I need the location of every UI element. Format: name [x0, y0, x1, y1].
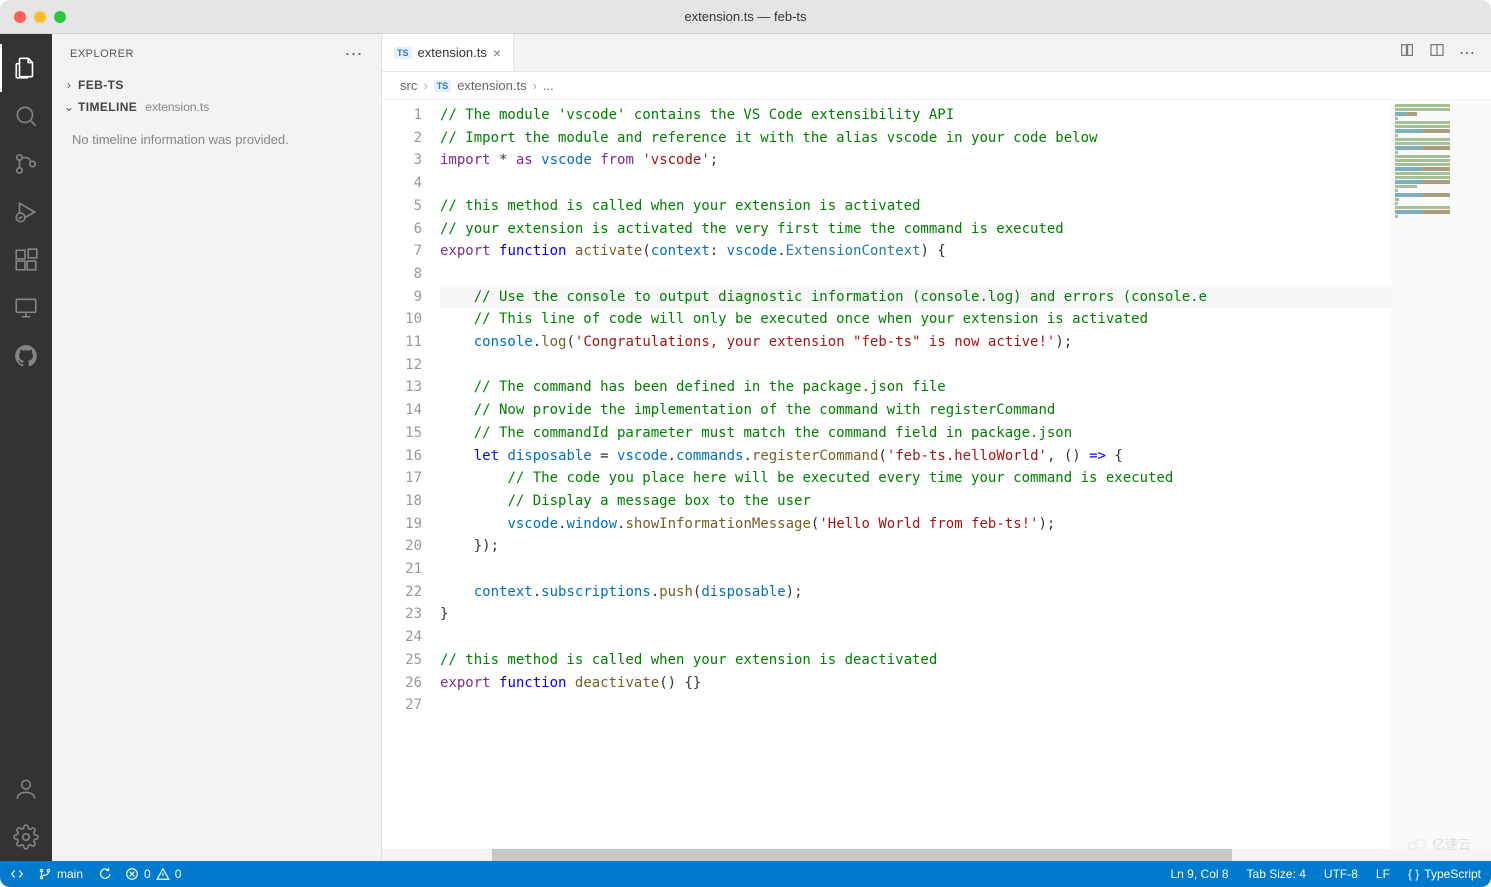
minimap[interactable]: [1391, 100, 1491, 849]
ts-badge-icon: TS: [434, 80, 452, 92]
tab-actions: ⋯: [1399, 34, 1491, 71]
scrollbar-thumb[interactable]: [492, 849, 1232, 861]
extensions-icon[interactable]: [0, 236, 52, 284]
sidebar: EXPLORER ⋯ › FEB-TS ⌄ TIMELINE extension…: [52, 34, 382, 861]
timeline-label: TIMELINE: [78, 100, 137, 114]
remote-indicator[interactable]: [10, 867, 24, 881]
chevron-down-icon: ⌄: [62, 100, 76, 114]
line-number-gutter: 1234567891011121314151617181920212223242…: [382, 100, 440, 849]
git-branch[interactable]: main: [38, 867, 83, 881]
explorer-title: EXPLORER: [70, 48, 134, 60]
folder-section[interactable]: › FEB-TS: [52, 74, 381, 96]
compare-changes-icon[interactable]: [1399, 42, 1415, 63]
error-count: 0: [144, 867, 151, 881]
sidebar-header: EXPLORER ⋯: [52, 34, 381, 74]
timeline-file: extension.ts: [145, 100, 209, 114]
ts-badge-icon: TS: [394, 47, 412, 59]
timeline-empty-message: No timeline information was provided.: [52, 118, 381, 161]
timeline-section[interactable]: ⌄ TIMELINE extension.ts: [52, 96, 381, 118]
github-icon[interactable]: [0, 332, 52, 380]
editor-area: TS extension.ts × ⋯ src › TS extension.t…: [382, 34, 1491, 861]
language-mode[interactable]: { } TypeScript: [1408, 867, 1481, 881]
search-icon[interactable]: [0, 92, 52, 140]
tab-close-icon[interactable]: ×: [493, 45, 501, 61]
eol[interactable]: LF: [1376, 867, 1390, 881]
run-debug-icon[interactable]: [0, 188, 52, 236]
tab-extension-ts[interactable]: TS extension.ts ×: [382, 34, 514, 71]
window-title: extension.ts — feb-ts: [684, 9, 806, 24]
remote-explorer-icon[interactable]: [0, 284, 52, 332]
breadcrumb[interactable]: src › TS extension.ts › ...: [382, 72, 1491, 100]
watermark-logo: 亿速云: [1406, 834, 1471, 853]
traffic-lights: [14, 11, 66, 23]
titlebar: extension.ts — feb-ts: [0, 0, 1491, 34]
explorer-more-icon[interactable]: ⋯: [345, 44, 364, 65]
tab-label: extension.ts: [418, 45, 487, 60]
explorer-icon[interactable]: [0, 44, 52, 92]
account-icon[interactable]: [0, 765, 52, 813]
cursor-position[interactable]: Ln 9, Col 8: [1171, 867, 1229, 881]
source-control-icon[interactable]: [0, 140, 52, 188]
horizontal-scrollbar[interactable]: [382, 849, 1491, 861]
status-bar: main 0 0 Ln 9, Col 8 Tab Size: 4 UTF-8 L…: [0, 861, 1491, 887]
sync-button[interactable]: [97, 867, 111, 881]
minimize-window-button[interactable]: [34, 11, 46, 23]
branch-name: main: [57, 867, 83, 881]
breadcrumb-seg-file[interactable]: extension.ts: [457, 78, 526, 93]
code-content[interactable]: // The module 'vscode' contains the VS C…: [440, 100, 1391, 849]
problems-indicator[interactable]: 0 0: [125, 867, 181, 881]
tabs-row: TS extension.ts × ⋯: [382, 34, 1491, 72]
code-editor[interactable]: 1234567891011121314151617181920212223242…: [382, 100, 1491, 849]
warning-count: 0: [175, 867, 182, 881]
split-editor-icon[interactable]: [1429, 42, 1445, 63]
indentation[interactable]: Tab Size: 4: [1247, 867, 1306, 881]
activity-bar: [0, 34, 52, 861]
settings-gear-icon[interactable]: [0, 813, 52, 861]
encoding[interactable]: UTF-8: [1324, 867, 1358, 881]
close-window-button[interactable]: [14, 11, 26, 23]
folder-name: FEB-TS: [78, 78, 124, 92]
more-actions-icon[interactable]: ⋯: [1459, 43, 1475, 63]
breadcrumb-seg-src[interactable]: src: [400, 78, 417, 93]
chevron-right-icon: ›: [62, 78, 76, 92]
breadcrumb-seg-symbol[interactable]: ...: [543, 78, 554, 93]
maximize-window-button[interactable]: [54, 11, 66, 23]
